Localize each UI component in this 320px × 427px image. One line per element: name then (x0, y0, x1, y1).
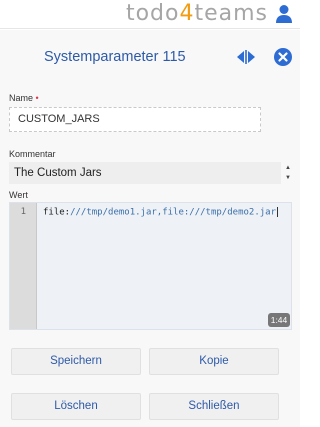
save-button[interactable]: Speichern (11, 348, 141, 375)
comment-label: Kommentar (9, 149, 56, 159)
chevron-up-icon[interactable]: ▲ (284, 163, 292, 173)
dialog-title: Systemparameter 115 (44, 49, 186, 65)
user-icon[interactable] (275, 4, 293, 24)
brand-logo: todo4teams (126, 1, 268, 26)
swap-horizontal-icon[interactable] (236, 49, 256, 65)
value-label: Wert (9, 190, 28, 200)
comment-resize-stepper[interactable]: ▲ ▼ (284, 163, 292, 183)
text-cursor (277, 207, 278, 217)
cursor-position-badge: 1:44 (268, 313, 290, 327)
required-marker: • (35, 93, 39, 103)
name-label: Name • (9, 93, 39, 103)
delete-button[interactable]: Löschen (11, 393, 141, 420)
top-bar: todo4teams (0, 0, 300, 29)
chevron-down-icon[interactable]: ▼ (284, 173, 292, 183)
line-number: 1 (20, 207, 26, 217)
brand-text-pre: todo (125, 1, 180, 26)
comment-field[interactable]: The Custom Jars (9, 162, 281, 184)
dialog-header: Systemparameter 115 (0, 44, 300, 70)
code-editor[interactable]: 1 file:///tmp/demo1.jar,file:///tmp/demo… (9, 202, 292, 330)
brand-text-four: 4 (179, 1, 195, 26)
code-text: ///tmp/demo1.jar,file:///tmp/demo2.jar (70, 207, 276, 218)
code-keyword: file: (43, 207, 71, 218)
code-line[interactable]: file:///tmp/demo1.jar,file:///tmp/demo2.… (43, 207, 278, 218)
brand-text-post: teams (194, 1, 268, 26)
copy-button[interactable]: Kopie (149, 348, 279, 375)
close-button[interactable]: Schließen (149, 393, 279, 420)
name-input[interactable]: CUSTOM_JARS (9, 107, 261, 132)
line-gutter: 1 (10, 203, 37, 329)
close-circle-icon[interactable] (274, 48, 292, 66)
